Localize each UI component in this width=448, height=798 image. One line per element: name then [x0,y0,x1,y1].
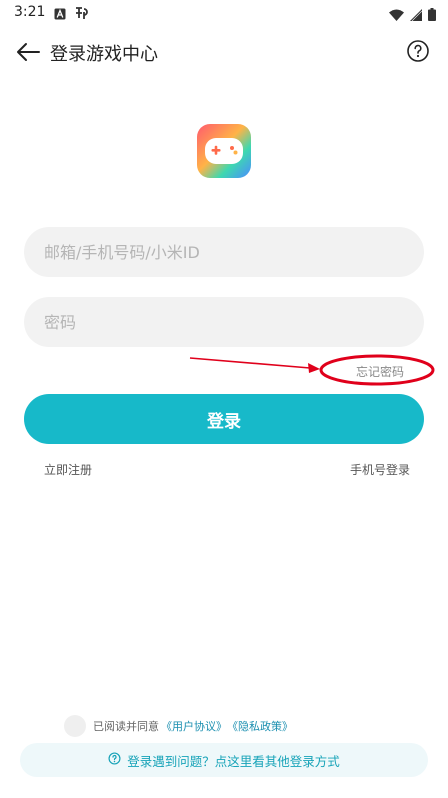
annotation-arrow [189,354,435,386]
password-input[interactable] [24,297,424,347]
agreement-row: 已阅读并同意 《用户协议》 《隐私政策》 [64,715,293,737]
user-agreement-link[interactable]: 《用户协议》 [161,718,227,734]
phone-login-link[interactable]: 手机号登录 [350,461,410,478]
question-circle-icon [406,40,430,67]
status-bar: 3:21 [0,0,448,26]
account-input[interactable] [24,227,424,277]
notification-a-icon [54,5,66,24]
login-button[interactable]: 登录 [24,394,424,444]
status-right-icons [389,6,436,25]
battery-icon [428,6,436,25]
login-button-label: 登录 [207,411,241,432]
login-help-text: 登录遇到问题？点这里看其他登录方式 [127,753,340,769]
help-button[interactable] [406,39,430,63]
back-button[interactable] [14,38,44,66]
agreement-prefix: 已阅读并同意 [93,720,159,733]
register-link[interactable]: 立即注册 [44,461,92,478]
signal-icon [410,6,423,25]
status-left-icons [54,5,90,24]
privacy-policy-link[interactable]: 《隐私政策》 [227,718,293,734]
arrow-left-icon [14,43,42,70]
wifi-icon [389,6,404,25]
page-title: 登录游戏中心 [50,44,158,65]
app-logo [197,124,251,178]
forgot-password-link[interactable]: 忘记密码 [356,363,404,380]
question-circle-icon [108,752,121,768]
app-notification-icon [74,5,90,24]
gamepad-icon [197,124,251,182]
status-time: 3:21 [14,4,46,20]
agreement-checkbox[interactable] [64,715,86,737]
login-help-banner[interactable]: 登录遇到问题？点这里看其他登录方式 [20,743,428,777]
header: 登录游戏中心 [0,30,448,74]
